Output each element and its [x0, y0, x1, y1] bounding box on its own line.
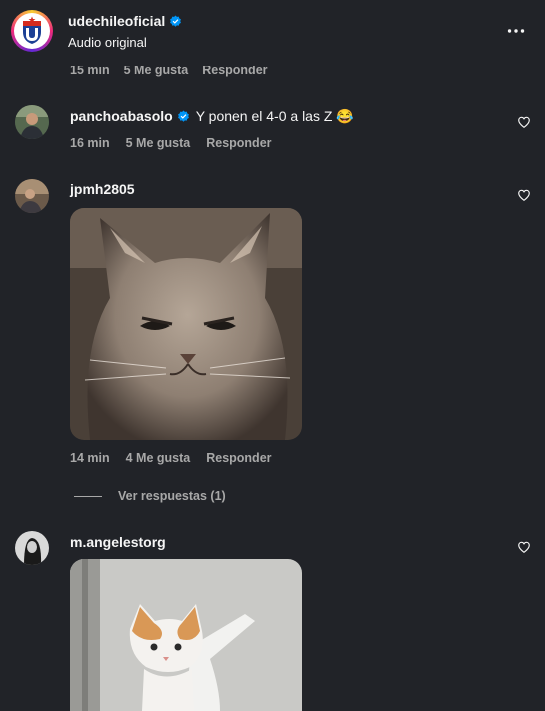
- like-heart-icon[interactable]: [517, 115, 531, 129]
- commenter-avatar[interactable]: [15, 531, 49, 565]
- kitten-gif-image: [70, 559, 302, 711]
- verified-badge-icon: [170, 15, 182, 27]
- comment-meta: 14 min 4 Me gusta Responder: [70, 451, 272, 465]
- udechile-crest-icon: [23, 16, 41, 44]
- comment-meta: 16 min 5 Me gusta Responder: [70, 136, 272, 150]
- owner-avatar[interactable]: [11, 10, 53, 52]
- post-header: udechileoficial Audio original: [0, 0, 545, 66]
- waving-kitten-gif[interactable]: [70, 559, 302, 711]
- more-options-icon[interactable]: [507, 22, 525, 40]
- person-photo-icon: [15, 105, 49, 139]
- comment-username[interactable]: panchoabasolo Y ponen el 4-0 a las Z 😂: [70, 108, 354, 125]
- comment-text: Y ponen el 4-0 a las Z 😂: [195, 108, 354, 124]
- angry-cat-gif[interactable]: [70, 208, 302, 440]
- person-photo-icon: [15, 531, 49, 565]
- cat-gif-image: [70, 208, 302, 440]
- verified-badge-icon: [177, 110, 189, 122]
- commenter-avatar[interactable]: [15, 105, 49, 139]
- comment-username[interactable]: m.angelestorg: [70, 534, 166, 550]
- like-heart-icon[interactable]: [517, 540, 531, 554]
- person-photo-icon: [15, 179, 49, 213]
- comment-username[interactable]: jpmh2805: [70, 181, 135, 197]
- view-replies-button[interactable]: Ver respuestas (1): [74, 489, 226, 503]
- audio-label[interactable]: Audio original: [68, 35, 147, 50]
- commenter-avatar[interactable]: [15, 179, 49, 213]
- like-heart-icon[interactable]: [517, 188, 531, 202]
- replies-divider: [74, 496, 102, 498]
- owner-username[interactable]: udechileoficial: [68, 13, 182, 29]
